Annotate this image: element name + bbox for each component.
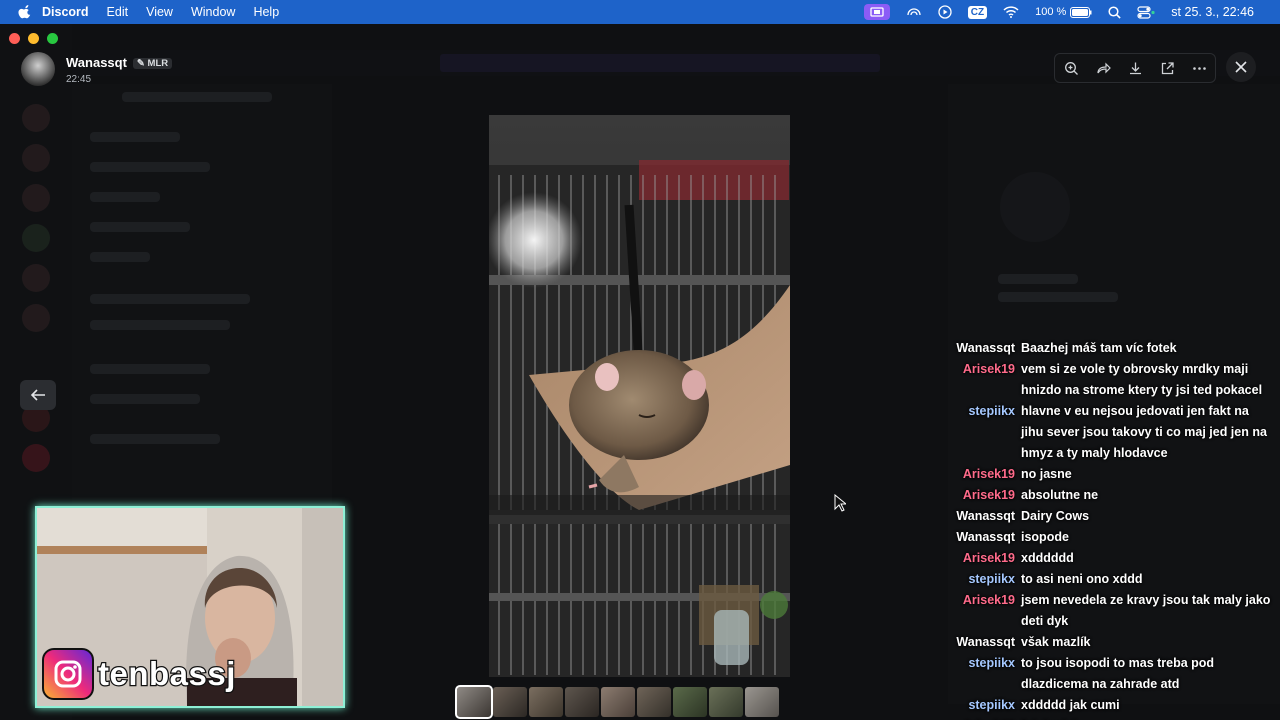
chat-username: stepiikx [968, 698, 1015, 712]
chat-text: to asi neni ono xddd [1021, 572, 1143, 586]
spotlight-search-icon[interactable] [1108, 5, 1121, 19]
chat-text: jsem nevedela ze kravy jsou tak maly jak… [1021, 593, 1271, 628]
rat-image [489, 115, 790, 677]
arrow-left-icon [30, 389, 45, 401]
thumbnail[interactable] [745, 687, 779, 717]
chat-message: stepiikx to asi neni ono xddd [952, 569, 1278, 590]
rat-photo [489, 115, 790, 677]
banner-background [440, 54, 880, 72]
menu-clock[interactable]: st 25. 3., 22:46 [1171, 5, 1254, 19]
discord-window: Wanassqt ✎ MLR 22:45 tenbassj Wanassqt B… [0, 24, 1280, 720]
thumbnail[interactable] [637, 687, 671, 717]
chat-message: Wanassqt však mazlík [952, 632, 1278, 653]
chat-username: stepiikx [968, 656, 1015, 670]
menu-help[interactable]: Help [253, 5, 279, 19]
profile-avatar-background [1000, 172, 1070, 242]
chat-message: Arisek19 vem si ze vole ty obrovsky mrdky… [952, 359, 1278, 401]
open-external-icon[interactable] [1160, 61, 1175, 76]
menu-bar: Discord Edit View Window Help CZ 100 % s… [0, 0, 1280, 24]
mouse-cursor [834, 494, 846, 512]
media-toolbar [1054, 53, 1216, 83]
thumbnail[interactable] [673, 687, 707, 717]
chat-text: hlavne v eu nejsou jedovati jen fakt na … [1021, 404, 1267, 460]
chat-text: fuj dopici [1021, 716, 1271, 720]
author-avatar[interactable] [21, 52, 55, 86]
forward-icon[interactable] [1096, 61, 1111, 76]
chat-message: Wanassqt isopode [952, 527, 1278, 548]
apple-icon[interactable] [18, 5, 32, 19]
chat-message: stepiikx xddddd jak cumi [952, 695, 1278, 716]
thumbnail[interactable] [529, 687, 563, 717]
chat-text: no jasne [1021, 467, 1072, 481]
chat-text: vem si ze vole ty obrovsky mrdky maji hn… [1021, 362, 1263, 397]
chat-message: Arisek19 jsem nevedela ze kravy jsou tak … [952, 590, 1278, 632]
download-icon[interactable] [1128, 61, 1143, 76]
chat-text: xdddddd [1021, 551, 1074, 565]
chat-message: Arisek19 no jasne [952, 464, 1278, 485]
chat-message: stepiikx hlavne v eu nejsou jedovati jen … [952, 401, 1278, 464]
close-window-button[interactable] [9, 33, 20, 44]
stream-chat: Wanassqt Baazhej máš tam víc fotek Arisek1… [952, 338, 1278, 720]
chat-message: Arisek19 absolutne ne [952, 485, 1278, 506]
battery-icon[interactable] [1070, 6, 1092, 18]
chat-username: Wanassqt [956, 509, 1015, 523]
previous-image-button[interactable] [20, 380, 56, 410]
menu-edit[interactable]: Edit [107, 5, 129, 19]
screen-record-icon[interactable] [863, 4, 890, 20]
close-viewer-button[interactable] [1226, 52, 1256, 82]
chat-username: Arisek19 [962, 488, 1015, 502]
chat-username: Arisek19 [962, 467, 1015, 481]
chat-text: Baazhej máš tam víc fotek [1021, 341, 1177, 355]
chat-username: Wanassqt [956, 341, 1015, 355]
instagram-handle: tenbassj [97, 654, 237, 694]
chat-message: Arisek19 xdddddd [952, 548, 1278, 569]
menu-window[interactable]: Window [191, 5, 235, 19]
thumbnail[interactable] [601, 687, 635, 717]
chat-text: isopode [1021, 530, 1069, 544]
author-tag-label: MLR [147, 57, 169, 69]
thumbnail[interactable] [493, 687, 527, 717]
chat-username: Arisek19 [952, 716, 1015, 720]
chat-text: xddddd jak cumi [1021, 698, 1120, 712]
chat-text: Dairy Cows [1021, 509, 1090, 523]
battery-percent: 100 % [1035, 6, 1067, 18]
keyboard-layout-badge[interactable]: CZ [967, 5, 988, 19]
chat-username: stepiikx [968, 404, 1015, 418]
author-name[interactable]: Wanassqt [66, 55, 127, 70]
chat-message: Arisek19 fuj dopici [952, 716, 1278, 720]
airplay-icon[interactable] [906, 5, 922, 19]
thumbnail-strip [455, 685, 779, 719]
thumbnail[interactable] [565, 687, 599, 717]
chat-username: Arisek19 [962, 593, 1015, 607]
instagram-overlay: tenbassj [42, 648, 237, 700]
menu-view[interactable]: View [146, 5, 173, 19]
zoom-in-icon[interactable] [1064, 61, 1079, 76]
play-icon[interactable] [938, 5, 952, 19]
chat-username: Arisek19 [962, 551, 1015, 565]
control-center-icon[interactable] [1137, 5, 1155, 19]
thumbnail[interactable] [455, 685, 493, 719]
minimize-window-button[interactable] [28, 33, 39, 44]
chat-username: Wanassqt [956, 530, 1015, 544]
thumbnail[interactable] [709, 687, 743, 717]
menu-app-name[interactable]: Discord [42, 5, 89, 19]
zoom-window-button[interactable] [47, 33, 58, 44]
chat-text: však mazlík [1021, 635, 1091, 649]
close-icon [1235, 61, 1247, 73]
more-icon[interactable] [1192, 61, 1207, 76]
chat-message: stepiikx to jsou isopodi to mas treba pod… [952, 653, 1278, 695]
chat-message: Wanassqt Baazhej máš tam víc fotek [952, 338, 1278, 359]
wifi-icon[interactable] [1003, 6, 1019, 18]
media-author[interactable]: Wanassqt ✎ MLR 22:45 [21, 52, 173, 86]
author-tag: ✎ MLR [132, 57, 173, 69]
chat-text: to jsou isopodi to mas treba pod dlazdic… [1021, 656, 1215, 691]
chat-message: Wanassqt Dairy Cows [952, 506, 1278, 527]
chat-text: absolutne ne [1021, 488, 1099, 502]
window-controls [9, 33, 58, 44]
instagram-icon [42, 648, 94, 700]
chat-username: Arisek19 [962, 362, 1015, 376]
chat-username: stepiikx [968, 572, 1015, 586]
chat-username: Wanassqt [956, 635, 1015, 649]
message-timestamp: 22:45 [66, 73, 92, 85]
